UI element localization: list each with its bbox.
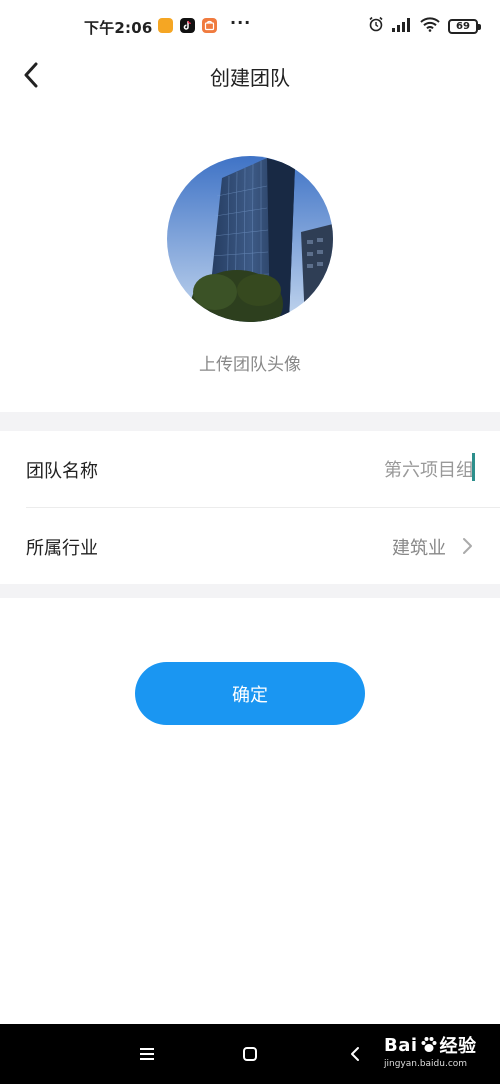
signal-icon xyxy=(392,17,412,36)
menu-icon xyxy=(140,1048,154,1060)
confirm-button[interactable]: 确定 xyxy=(135,662,365,725)
top-nav-bar: 创建团队 xyxy=(0,52,500,98)
watermark-brand-suffix: 经验 xyxy=(439,1036,477,1057)
team-name-input[interactable] xyxy=(274,453,474,485)
status-time: 下午2:06 xyxy=(84,19,153,37)
upload-avatar-link[interactable]: 上传团队头像 xyxy=(0,350,500,375)
back-nav-button[interactable] xyxy=(341,1040,369,1068)
section-separator xyxy=(0,584,500,598)
team-name-row: 团队名称 xyxy=(0,431,500,507)
chevron-right-icon xyxy=(463,538,472,554)
battery-icon: 69 xyxy=(448,18,481,34)
watermark-url: jingyan.baidu.com xyxy=(384,1059,468,1069)
page-title: 创建团队 xyxy=(210,66,290,90)
baidu-jingyan-watermark: Bai 经验 jingyan.baidu.com xyxy=(384,1032,477,1070)
wifi-icon xyxy=(420,16,440,36)
system-nav-bar: Bai 经验 jingyan.baidu.com xyxy=(0,1024,500,1084)
team-avatar-image[interactable] xyxy=(167,156,333,322)
team-name-label: 团队名称 xyxy=(26,461,98,482)
section-separator xyxy=(0,412,500,431)
home-icon xyxy=(243,1047,257,1061)
notification-app-icon xyxy=(158,18,173,33)
status-bar: 下午2:06 ··· 69 xyxy=(0,0,500,52)
paw-icon xyxy=(421,1037,437,1052)
alarm-icon xyxy=(368,16,384,36)
tiktok-app-icon xyxy=(180,18,195,33)
industry-value: 建筑业 xyxy=(392,538,446,559)
more-notifications-icon: ··· xyxy=(230,13,252,32)
industry-label: 所属行业 xyxy=(26,538,98,559)
shopping-app-icon xyxy=(202,18,217,33)
industry-row[interactable]: 所属行业 建筑业 xyxy=(0,508,500,584)
text-cursor xyxy=(472,453,475,481)
back-arrow-icon xyxy=(351,1047,359,1061)
home-button[interactable] xyxy=(236,1040,264,1068)
watermark-brand-text: Bai xyxy=(384,1034,418,1056)
menu-button[interactable] xyxy=(133,1040,161,1068)
